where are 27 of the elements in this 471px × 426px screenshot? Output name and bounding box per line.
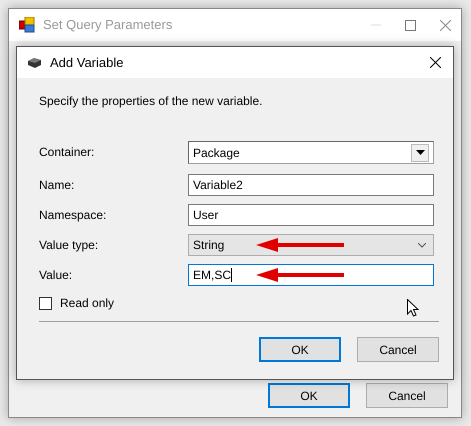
- default-button[interactable]: OK: [259, 337, 341, 362]
- window-title: Set Query Parameters: [43, 16, 172, 34]
- cancel-button[interactable]: Cancel: [366, 383, 448, 408]
- chevron-icon: [418, 242, 426, 248]
- field-label: Value:: [39, 267, 74, 284]
- dropdown-button[interactable]: [411, 144, 429, 162]
- maximize-icon[interactable]: [405, 20, 416, 30]
- input-field[interactable]: EM,SC: [188, 264, 434, 286]
- checkbox[interactable]: [39, 296, 52, 310]
- field-label: Container:: [39, 144, 96, 161]
- dropdown[interactable]: Package: [188, 141, 434, 164]
- box-icon: [27, 55, 42, 70]
- mouse-cursor-icon: [407, 299, 419, 317]
- close-icon[interactable]: [430, 57, 441, 68]
- default-button[interactable]: OK: [268, 383, 350, 408]
- caret-icon: [416, 150, 424, 155]
- cancel-button[interactable]: Cancel: [357, 337, 439, 362]
- input-field[interactable]: User: [188, 204, 434, 226]
- instruction-text: Specify the properties of the new variable.: [39, 93, 264, 110]
- app-icon: [19, 17, 35, 33]
- dialog-title: Add Variable: [50, 54, 124, 72]
- field-label: Value type:: [39, 237, 100, 254]
- input-field[interactable]: Variable2: [188, 174, 434, 196]
- checkbox-label: Read only: [60, 295, 114, 312]
- dropdown[interactable]: String: [188, 234, 434, 256]
- field-label: Namespace:: [39, 207, 108, 224]
- field-label: Name:: [39, 177, 76, 194]
